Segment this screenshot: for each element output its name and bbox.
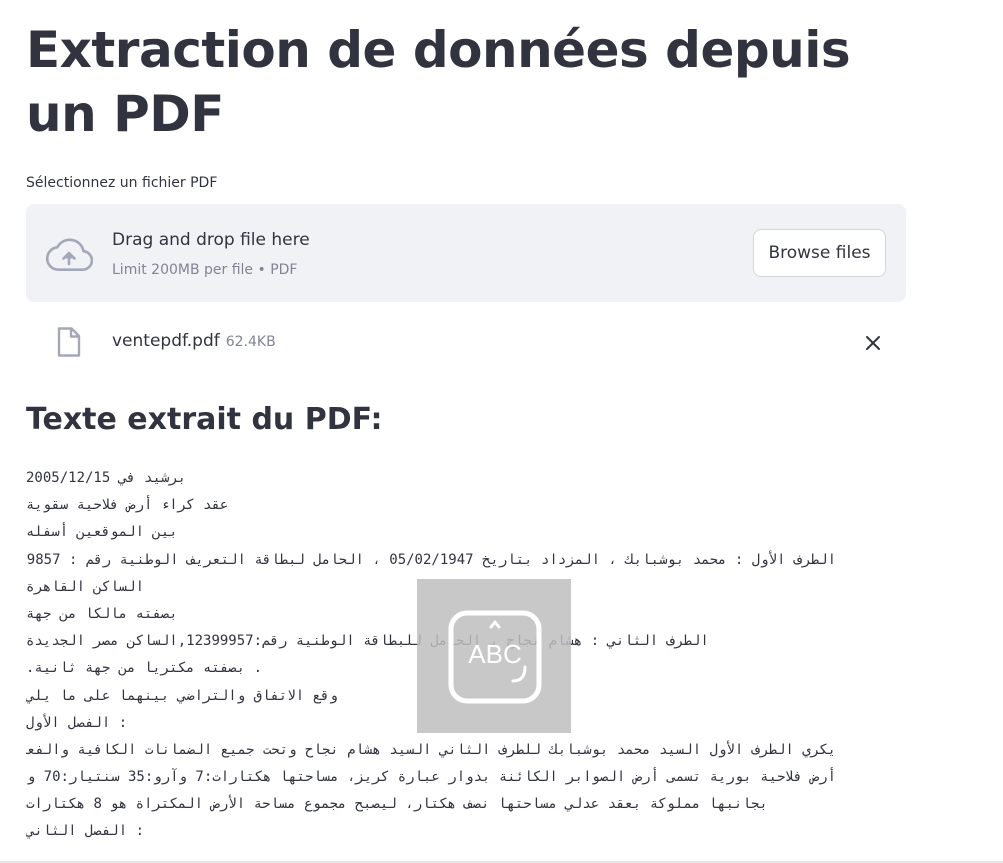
file-name-group: ventepdf.pdf 62.4KB bbox=[112, 331, 276, 351]
uploaded-file-row: ventepdf.pdf 62.4KB bbox=[26, 322, 906, 362]
file-dropzone[interactable]: Drag and drop file here Limit 200MB per … bbox=[26, 204, 906, 302]
page-title: Extraction de données depuis un PDF bbox=[26, 21, 851, 143]
extracted-text-line: عقد كراء أرض فلاحية سقوية bbox=[26, 497, 229, 514]
extracted-text-line: : الفصل الثاني bbox=[26, 823, 145, 840]
abc-keyboard-icon: ABC bbox=[448, 610, 542, 704]
file-name: ventepdf.pdf bbox=[112, 331, 220, 351]
extracted-text-line: برشيد في 2005/12/15 bbox=[26, 470, 187, 486]
app-page: Extraction de données depuis un PDF Séle… bbox=[0, 0, 1003, 863]
extracted-text-line: بجانبها مملوكة بعقد عدلي مساحتها نصف هكت… bbox=[26, 796, 768, 813]
cloud-upload-icon bbox=[45, 238, 93, 271]
uploader-label: Sélectionnez un fichier PDF bbox=[26, 175, 218, 191]
browse-files-button[interactable]: Browse files bbox=[753, 229, 886, 277]
abc-label: ABC bbox=[468, 639, 521, 669]
extracted-text-line: أرض فلاحية بورية تسمى أرض الصوابر الكائن… bbox=[26, 769, 836, 786]
dropzone-title: Drag and drop file here bbox=[112, 230, 310, 250]
section-title: Texte extrait du PDF: bbox=[26, 402, 383, 437]
dropzone-subtitle: Limit 200MB per file • PDF bbox=[112, 262, 298, 278]
file-icon bbox=[57, 327, 81, 357]
extracted-text-line: بين الموقعين أسفله bbox=[26, 524, 178, 541]
keyboard-overlay[interactable]: ABC bbox=[417, 579, 571, 733]
extracted-text-line: يكري الطرف الأول السيد محمد بوشبابك للطر… bbox=[26, 741, 836, 758]
close-icon[interactable] bbox=[864, 334, 882, 352]
extracted-text-line: الطرف الأول : محمد بوشبابك ، المزداد بتا… bbox=[26, 551, 836, 568]
file-size: 62.4KB bbox=[225, 334, 276, 350]
